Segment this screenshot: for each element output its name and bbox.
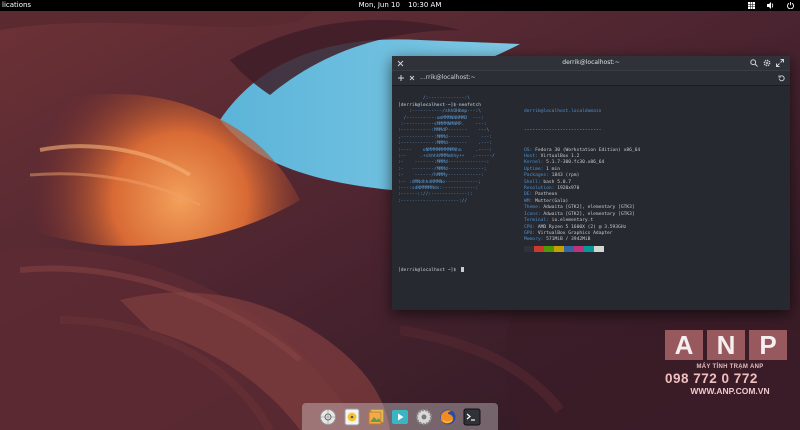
maximize-button[interactable] (776, 59, 784, 67)
web-browser-icon (320, 408, 336, 425)
terminal-icon (463, 408, 481, 425)
info-value: 1843 (rpm) (548, 173, 580, 179)
info-value: 571MiB / 3942MiB (543, 237, 591, 243)
terminal-titlebar[interactable]: derrik@localhost:~ (392, 56, 790, 70)
close-tab-icon[interactable] (409, 75, 415, 81)
color-swatch (554, 246, 564, 252)
system-tray (748, 0, 794, 11)
watermark-tagline: MÁY TÍNH TRẠM ANP (696, 364, 764, 370)
color-swatch (574, 246, 584, 252)
history-icon[interactable] (778, 74, 785, 82)
power-icon[interactable] (787, 2, 794, 9)
search-icon (750, 59, 758, 67)
firefox-icon (440, 409, 456, 424)
logo-line: :-----------/shhOHbmp---:\ (398, 109, 481, 115)
photos-icon (368, 409, 384, 424)
info-value: 1 min (543, 166, 560, 172)
anp-watermark: ANP MÁY TÍNH TRẠM ANP 098 772 0 772 WWW.… (665, 330, 795, 425)
dock-videos[interactable] (391, 408, 409, 426)
color-swatch (564, 246, 574, 252)
apps-grid-icon[interactable] (748, 2, 755, 9)
top-panel: lications Mon, Jun 10 10:30 AM (0, 0, 800, 11)
dock-firefox[interactable] (439, 408, 457, 426)
info-key: CPU: (524, 224, 536, 230)
text-cursor (460, 267, 464, 272)
info-value: Adwaita [GTK2], elementary [GTK3] (540, 205, 635, 211)
dock-photos[interactable] (367, 408, 385, 426)
info-value: Fedora 30 (Workstation Edition) x86_64 (532, 147, 641, 153)
gear-icon (763, 59, 771, 67)
settings-button[interactable] (763, 59, 771, 67)
watermark-phone: 098 772 0 772 (665, 371, 758, 386)
info-value: VirtualBox 1.2 (537, 154, 580, 160)
info-value: VirtualBox Graphics Adapter (535, 230, 613, 236)
tab-terminal[interactable]: ...rrik@localhost:~ (394, 71, 486, 85)
info-row: Memory: 571MiB / 3942MiB (524, 237, 640, 243)
info-value: 1920x970 (554, 186, 580, 192)
logo-line: :-----------:MMMdP------- ---\ (398, 128, 490, 134)
info-key: Shell: (524, 179, 541, 185)
logo-line: :- ------/hMMMy------------: (398, 173, 484, 179)
info-key: Uptime: (524, 166, 544, 172)
color-palette (524, 246, 604, 252)
logo-line: :- -------:MMMd--------------: (398, 160, 490, 166)
info-key: Terminal: (524, 218, 549, 224)
maximize-icon (776, 59, 784, 67)
search-button[interactable] (750, 59, 758, 67)
clock[interactable]: Mon, Jun 10 10:30 AM (0, 0, 800, 11)
logo-line: :---------------------:// (398, 198, 468, 204)
terminal-window[interactable]: derrik@localhost:~ ...rrik@localhost:~ [… (392, 56, 790, 310)
info-key: Host: (524, 154, 538, 160)
info-key: Icons: (524, 211, 541, 217)
volume-icon[interactable] (767, 2, 775, 9)
tab-bar: ...rrik@localhost:~ (392, 70, 790, 86)
info-key: Packages: (524, 173, 549, 179)
dock-terminal[interactable] (463, 408, 481, 426)
info-value: Pantheon (532, 192, 558, 198)
info-key: Resolution: (524, 186, 555, 192)
dock-music[interactable] (343, 408, 361, 426)
color-swatch (594, 246, 604, 252)
watermark-letter: N (707, 330, 745, 360)
info-key: Theme: (524, 205, 541, 211)
color-swatch (534, 246, 544, 252)
watermark-letter: P (749, 330, 787, 360)
info-value: Adwaita [GTK2], elementary [GTK3] (540, 211, 635, 217)
dock (302, 403, 498, 430)
dock-web-browser[interactable] (319, 408, 337, 426)
new-tab-icon[interactable] (398, 75, 404, 81)
system-info: derrik@localhost.localdomain -----------… (524, 96, 640, 256)
dock-settings[interactable] (415, 408, 433, 426)
settings-icon (415, 408, 433, 425)
watermark-website: WWW.ANP.COM.VN (690, 386, 770, 396)
clock-date: Mon, Jun 10 (358, 1, 400, 9)
info-separator: ---------------------------- (524, 128, 602, 134)
terminal-output[interactable]: [derrik@localhost ~]$ neofetch /:-------… (398, 90, 784, 304)
window-title: derrik@localhost:~ (562, 59, 620, 66)
music-icon (344, 408, 360, 425)
watermark-logo: ANP (665, 330, 795, 360)
active-prompt[interactable]: [derrik@localhost ~]$ (398, 267, 464, 274)
watermark-letter: A (665, 330, 703, 360)
logo-line: :------------:MMMd------- .---: (398, 141, 493, 147)
color-swatch (524, 246, 534, 252)
info-value: 5.1.7-300.fc30.x86_64 (543, 160, 605, 166)
info-header: derrik@localhost.localdomain (524, 109, 602, 115)
color-swatch (544, 246, 554, 252)
prompt-text: [derrik@localhost ~]$ (398, 268, 459, 273)
info-key: GPU: (524, 230, 536, 236)
tab-label: ...rrik@localhost:~ (420, 74, 476, 81)
fedora-ascii-logo: /:-------------:\ :-------------------::… (398, 96, 495, 205)
info-value: bash 5.0.7 (540, 179, 572, 185)
info-key: Memory: (524, 237, 544, 243)
info-key: Kernel: (524, 160, 544, 166)
videos-icon (392, 409, 408, 424)
info-value: Mutter(Gala) (532, 198, 569, 204)
color-swatch (584, 246, 594, 252)
clock-time: 10:30 AM (408, 1, 442, 9)
info-value: io.elementary.t (548, 218, 594, 224)
info-value: AMD Ryzen 5 1600X (2) @ 3.593GHz (535, 224, 627, 230)
